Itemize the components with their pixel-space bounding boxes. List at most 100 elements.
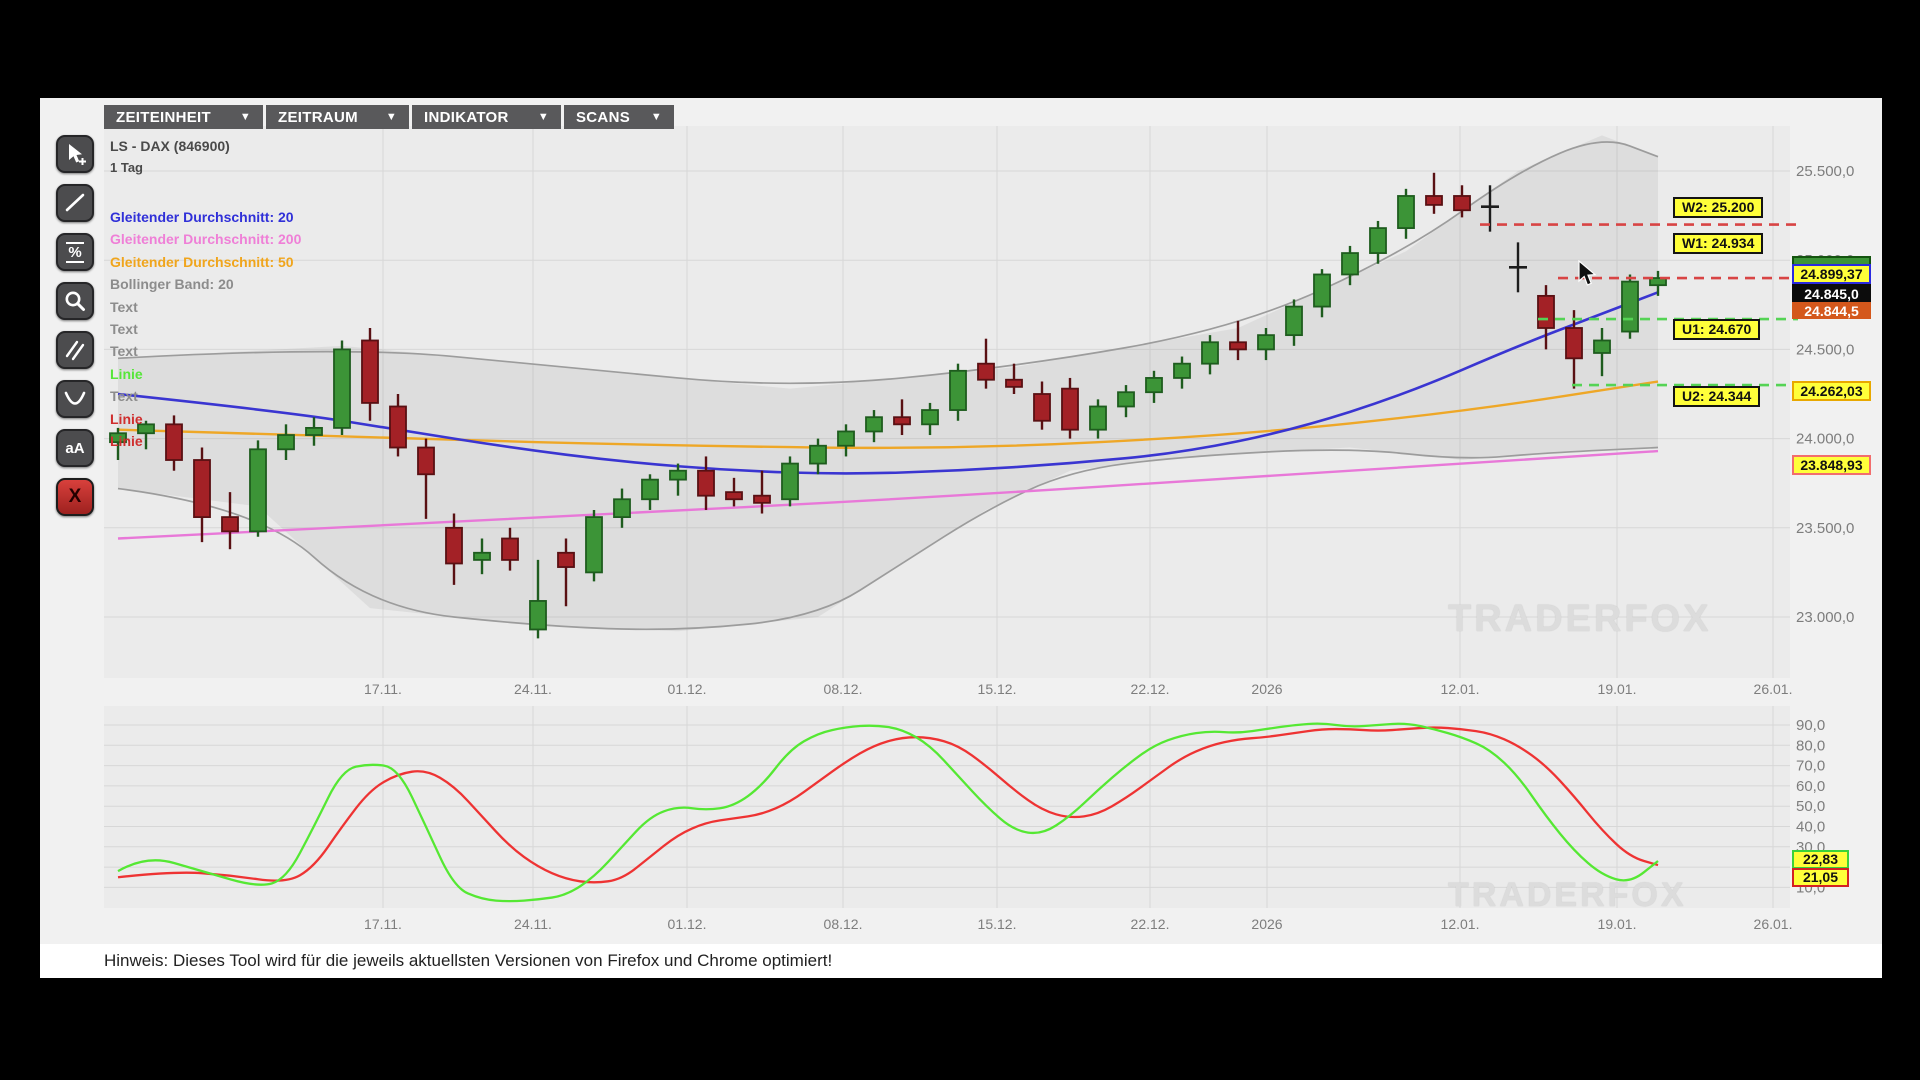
traderfox-watermark: TRADERFOX bbox=[1448, 598, 1712, 640]
candle-body bbox=[1593, 339, 1611, 354]
candle-body bbox=[221, 516, 239, 533]
pointer-tool-button[interactable] bbox=[56, 135, 94, 173]
date-axis-label: 08.12. bbox=[824, 916, 863, 932]
traderfox-watermark: TRADERFOX bbox=[1448, 876, 1687, 914]
percent-tool-button[interactable]: % bbox=[56, 233, 94, 271]
level-label-u1[interactable]: U1: 24.670 bbox=[1673, 319, 1761, 340]
legend-item[interactable]: Gleitender Durchschnitt: 20 bbox=[110, 206, 301, 228]
price-marker-ask: 24.844,5 bbox=[1792, 301, 1871, 319]
date-axis-label: 12.01. bbox=[1441, 681, 1480, 697]
candle-body bbox=[697, 469, 715, 497]
legend-item[interactable]: Text bbox=[110, 318, 301, 340]
candle-body bbox=[1453, 195, 1471, 212]
menu-indikator[interactable]: INDIKATOR ▼ bbox=[412, 105, 561, 129]
chevron-down-icon: ▼ bbox=[650, 111, 662, 123]
candle-body bbox=[1201, 341, 1219, 365]
candle-body bbox=[557, 551, 575, 568]
date-axis-label: 17.11. bbox=[364, 916, 402, 932]
price-axis-label: 24.000,0 bbox=[1796, 431, 1854, 448]
indicator-axis-label: 80,0 bbox=[1796, 737, 1825, 754]
date-axis-label: 19.01. bbox=[1598, 681, 1637, 697]
legend-item[interactable]: Linie bbox=[110, 408, 301, 430]
percent-icon: % bbox=[66, 241, 84, 263]
legend-item[interactable]: Text bbox=[110, 296, 301, 318]
legend-item[interactable]: Gleitender Durchschnitt: 200 bbox=[110, 228, 301, 250]
level-label-w1[interactable]: W1: 24.934 bbox=[1673, 233, 1764, 254]
chart-app-content: 25.500,025.000,024.500,024.000,023.500,0… bbox=[40, 98, 1882, 978]
candle-body bbox=[417, 446, 435, 476]
candle-body bbox=[1369, 227, 1387, 254]
price-axis-label: 25.500,0 bbox=[1796, 163, 1854, 180]
magnifier-icon bbox=[65, 291, 85, 311]
legend-item[interactable]: Text bbox=[110, 340, 301, 362]
menu-scans[interactable]: SCANS ▼ bbox=[564, 105, 674, 129]
candle-body bbox=[529, 600, 547, 631]
candle-body bbox=[669, 469, 687, 481]
price-marker-line-1: 24.262,03 bbox=[1792, 381, 1871, 401]
candle-body bbox=[949, 369, 967, 411]
menu-label: ZEITEINHEIT bbox=[116, 108, 211, 126]
candle-body bbox=[753, 494, 771, 504]
date-axis-label: 26.01. bbox=[1754, 681, 1793, 697]
price-marker-last: 24.899,37 bbox=[1792, 264, 1871, 284]
candle-body bbox=[1313, 273, 1331, 308]
date-axis-label: 15.12. bbox=[978, 681, 1017, 697]
chevron-down-icon: ▼ bbox=[537, 111, 549, 123]
chart-canvas[interactable]: 25.500,025.000,024.500,024.000,023.500,0… bbox=[40, 98, 1882, 978]
candle-body bbox=[473, 551, 491, 561]
price-axis-label: 24.500,0 bbox=[1796, 341, 1854, 358]
candle-body bbox=[1285, 305, 1303, 337]
date-axis-label: 24.11. bbox=[514, 681, 552, 697]
candle-body bbox=[893, 416, 911, 426]
candle-body bbox=[389, 405, 407, 449]
menu-label: ZEITRAUM bbox=[278, 108, 358, 126]
candle-body bbox=[249, 448, 267, 533]
legend-item[interactable]: Linie bbox=[110, 430, 301, 452]
date-axis-label: 26.01. bbox=[1754, 916, 1793, 932]
parallel-lines-icon bbox=[65, 340, 85, 361]
date-axis-label: 17.11. bbox=[364, 681, 402, 697]
menu-zeiteinheit[interactable]: ZEITEINHEIT ▼ bbox=[104, 105, 263, 129]
delete-x-icon: X bbox=[68, 486, 82, 507]
date-axis-label: 01.12. bbox=[668, 681, 707, 697]
legend-item[interactable]: Linie bbox=[110, 363, 301, 385]
zoom-tool-button[interactable] bbox=[56, 282, 94, 320]
date-axis-label: 24.11. bbox=[514, 916, 552, 932]
legend-item[interactable]: Text bbox=[110, 385, 301, 407]
candle-body bbox=[977, 362, 995, 381]
candle-body bbox=[1089, 405, 1107, 431]
candle-body bbox=[921, 409, 939, 426]
application-window: 25.500,025.000,024.500,024.000,023.500,0… bbox=[0, 0, 1920, 1080]
menu-zeitraum[interactable]: ZEITRAUM ▼ bbox=[266, 105, 409, 129]
candle-body bbox=[1565, 327, 1583, 360]
arc-tool-button[interactable] bbox=[56, 380, 94, 418]
drawing-toolbar: % aA X bbox=[56, 135, 98, 527]
menu-label: SCANS bbox=[576, 108, 631, 126]
menu-label: INDIKATOR bbox=[424, 108, 509, 126]
indicator-axis-label: 60,0 bbox=[1796, 778, 1825, 795]
candle-body bbox=[445, 526, 463, 565]
level-label-w2[interactable]: W2: 25.200 bbox=[1673, 197, 1764, 218]
candle-body bbox=[1397, 195, 1415, 229]
date-axis-label: 22.12. bbox=[1131, 916, 1170, 932]
delete-tool-button[interactable]: X bbox=[56, 478, 94, 516]
date-axis-label: 2026 bbox=[1251, 916, 1282, 932]
candle-body bbox=[1033, 393, 1051, 422]
legend-item[interactable]: Gleitender Durchschnitt: 50 bbox=[110, 251, 301, 273]
indicator-axis-label: 40,0 bbox=[1796, 819, 1825, 836]
date-axis-label: 01.12. bbox=[668, 916, 707, 932]
candle-body bbox=[1229, 341, 1247, 351]
stochastic-slow-value: 21,05 bbox=[1792, 868, 1849, 887]
date-axis-label: 15.12. bbox=[978, 916, 1017, 932]
hint-bar: Hinweis: Dieses Tool wird für die jeweil… bbox=[40, 944, 1882, 978]
candle-body bbox=[1257, 334, 1275, 351]
candle-body bbox=[1173, 362, 1191, 379]
level-label-u2[interactable]: U2: 24.344 bbox=[1673, 386, 1761, 407]
line-tool-button[interactable] bbox=[56, 184, 94, 222]
date-axis-label: 12.01. bbox=[1441, 916, 1480, 932]
chart-svg: 25.500,025.000,024.500,024.000,023.500,0… bbox=[104, 126, 1854, 932]
parallel-lines-tool-button[interactable] bbox=[56, 331, 94, 369]
pointer-icon bbox=[69, 144, 86, 165]
text-tool-button[interactable]: aA bbox=[56, 429, 94, 467]
legend-item[interactable]: Bollinger Band: 20 bbox=[110, 273, 301, 295]
